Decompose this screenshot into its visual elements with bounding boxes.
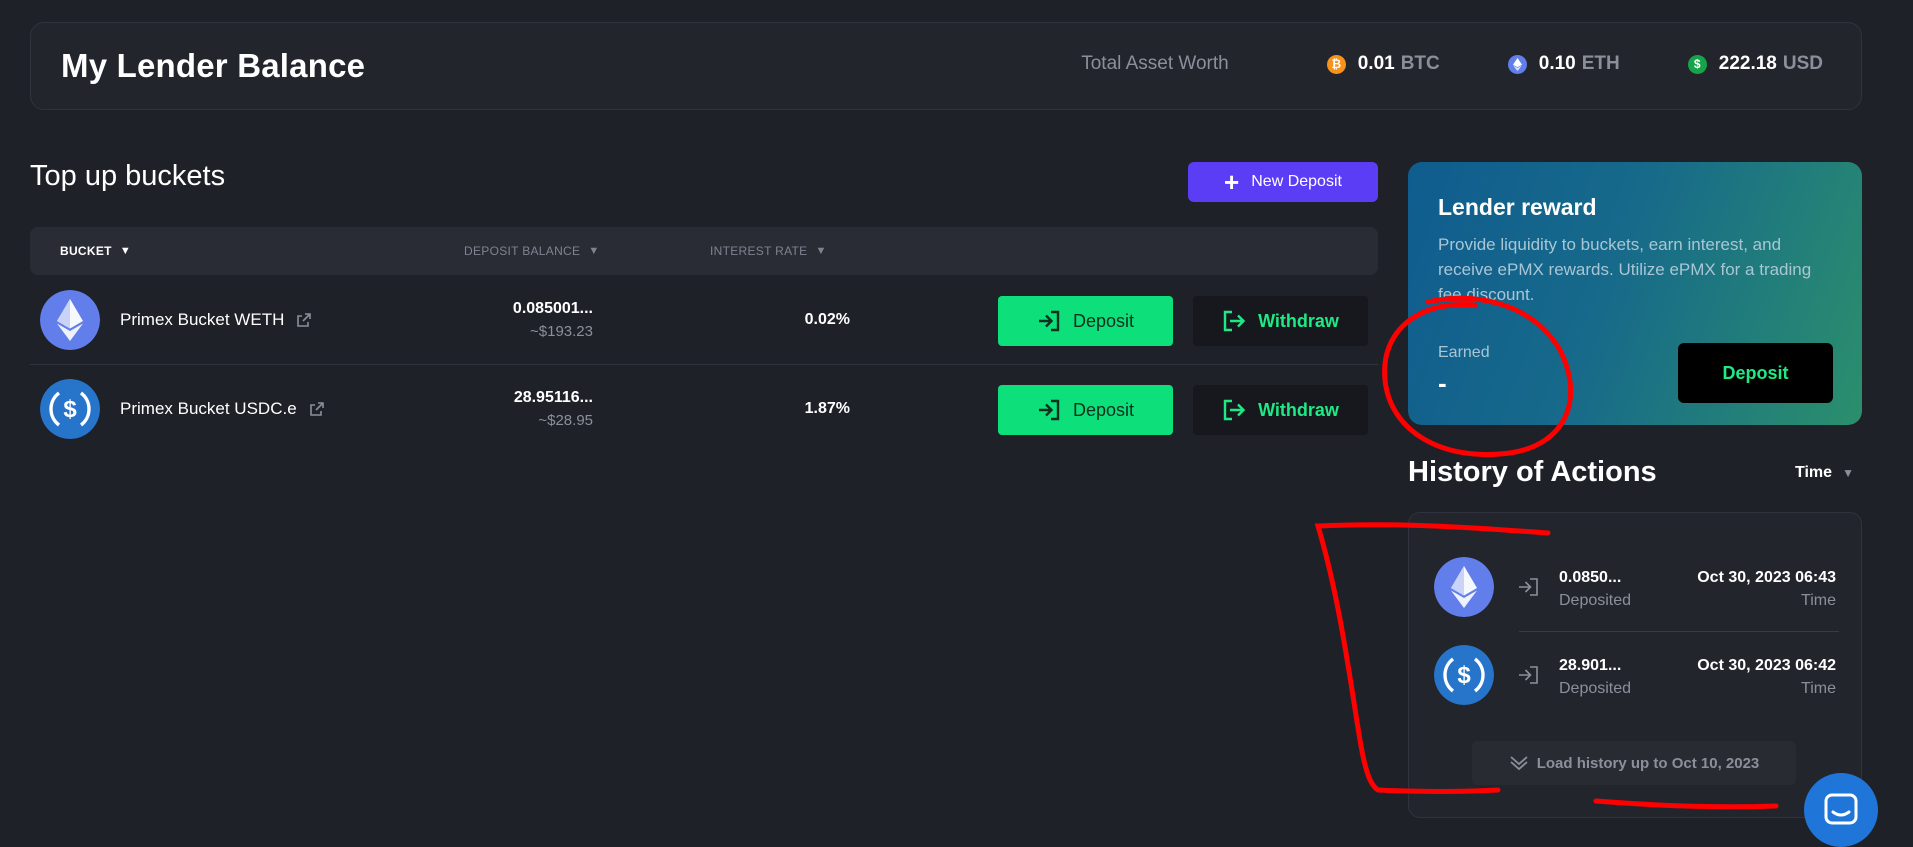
caret-down-icon: ▼ [815,245,827,257]
usdc-icon: $ [40,379,100,439]
asset-amount: 0.01 [1357,53,1395,74]
deposit-balance: 0.085001... ~$193.23 [512,300,593,340]
asset-btc: ₿ 0.01 BTC [1326,53,1440,75]
svg-text:$: $ [1457,662,1471,689]
history-date: Oct 30, 2023 06:42 [1697,657,1836,674]
ethereum-icon [1507,54,1527,74]
login-arrow-icon [1038,399,1060,421]
login-arrow-icon [1519,578,1538,596]
list-item: $ 28.901... Deposited Oct 30, 2023 06:42… [1409,635,1861,715]
interest-rate: 0.02% [804,311,850,328]
column-bucket[interactable]: BUCKET ▼ [60,244,131,258]
logout-arrow-icon [1223,399,1246,421]
earned-label: Earned [1438,344,1490,361]
list-item: 0.0850... Deposited Oct 30, 2023 06:43 T… [1409,547,1861,627]
withdraw-button[interactable]: Withdraw [1193,385,1368,435]
svg-text:$: $ [63,396,77,423]
caret-down-icon: ▼ [1842,466,1854,480]
new-deposit-button[interactable]: + New Deposit [1188,162,1378,202]
balance-header: My Lender Balance Total Asset Worth ₿ 0.… [30,22,1862,110]
external-link-icon [309,402,324,416]
page-title: My Lender Balance [61,47,366,84]
history-list: 0.0850... Deposited Oct 30, 2023 06:43 T… [1408,512,1862,818]
section-title-top-up-buckets: Top up buckets [30,160,226,192]
asset-amount: 0.10 [1538,53,1576,74]
dollar-icon: $ [1687,54,1707,74]
load-history-button[interactable]: Load history up to Oct 10, 2023 [1472,741,1796,785]
divider [1519,631,1839,632]
history-status: Deposited [1559,680,1632,697]
total-asset-worth-label: Total Asset Worth [1081,53,1229,74]
deposit-button[interactable]: Deposit [998,385,1173,435]
asset-usd: $ 222.18 USD [1687,53,1823,75]
chat-launcher-button[interactable] [1804,773,1878,847]
chat-icon [1824,793,1858,825]
history-time-label: Time [1801,592,1836,609]
login-arrow-icon [1038,310,1060,332]
new-deposit-label: New Deposit [1251,173,1342,190]
earned-value: - [1438,368,1447,398]
caret-down-icon: ▼ [588,245,600,257]
bitcoin-icon: ₿ [1326,54,1346,74]
asset-unit: USD [1782,53,1823,74]
asset-unit: BTC [1400,53,1440,74]
external-link-icon [297,313,312,327]
usdc-icon: $ [1434,645,1494,705]
logout-arrow-icon [1223,310,1246,332]
bucket-link-weth[interactable]: Primex Bucket WETH [120,310,312,330]
history-amount: 0.0850... [1559,569,1622,586]
history-amount: 28.901... [1559,657,1622,674]
asset-unit: ETH [1581,53,1620,74]
deposit-button[interactable]: Deposit [998,296,1173,346]
history-status: Deposited [1559,592,1632,609]
caret-down-icon: ▼ [119,245,131,257]
buckets-table-header: BUCKET ▼ DEPOSIT BALANCE ▼ INTEREST RATE ▼ [30,227,1378,275]
ethereum-icon [1434,557,1494,617]
login-arrow-icon [1519,666,1538,684]
time-sort-dropdown[interactable]: Time ▼ [1795,464,1854,482]
double-chevron-down-icon [1510,756,1528,771]
column-interest-rate[interactable]: INTEREST RATE ▼ [710,244,827,258]
history-time-label: Time [1801,680,1836,697]
asset-amount: 222.18 [1718,53,1777,74]
table-row: Primex Bucket WETH 0.085001... ~$193.23 … [30,276,1378,365]
reward-title: Lender reward [1438,194,1597,220]
withdraw-button[interactable]: Withdraw [1193,296,1368,346]
history-date: Oct 30, 2023 06:43 [1697,569,1836,586]
lender-reward-card: Lender reward Provide liquidity to bucke… [1408,162,1862,425]
interest-rate: 1.87% [804,400,850,417]
table-row: $ Primex Bucket USDC.e 28.95116... ~$28.… [30,365,1378,453]
history-title: History of Actions [1408,456,1657,488]
asset-eth: 0.10 ETH [1507,53,1620,75]
deposit-balance: 28.95116... ~$28.95 [513,389,593,429]
ethereum-icon [40,290,100,350]
column-deposit-balance[interactable]: DEPOSIT BALANCE ▼ [464,244,600,258]
total-asset-worth: Total Asset Worth ₿ 0.01 BTC 0.10 ETH $ … [1081,53,1823,75]
bucket-link-usdc[interactable]: Primex Bucket USDC.e [120,399,325,419]
reward-description: Provide liquidity to buckets, earn inter… [1438,235,1812,304]
reward-deposit-button[interactable]: Deposit [1678,343,1833,403]
plus-icon: + [1224,167,1240,197]
